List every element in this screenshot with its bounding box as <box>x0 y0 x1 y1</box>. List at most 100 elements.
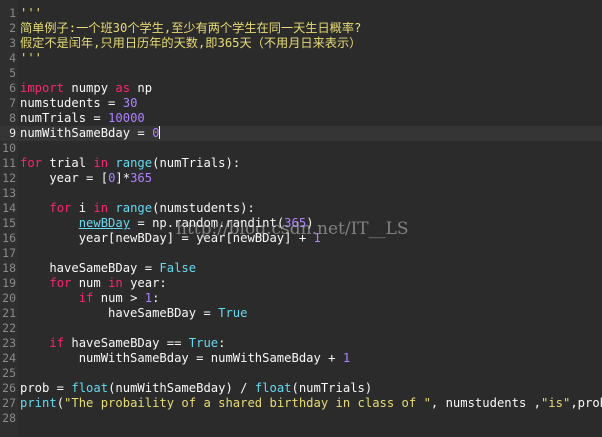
code-token: for <box>49 276 72 290</box>
line-code[interactable]: 假定不是闰年,只用日历年的天数,即365天（不用月日来表示） <box>20 36 361 51</box>
line-number: 4 <box>9 51 16 65</box>
line-code[interactable]: haveSameBDay = False <box>20 261 196 276</box>
line-code[interactable]: for num in year: <box>20 276 167 291</box>
code-line[interactable]: 10 <box>0 141 602 156</box>
code-line[interactable]: 20 if num > 1: <box>0 291 602 306</box>
code-line[interactable]: 13 <box>0 186 602 201</box>
line-number: 26 <box>2 381 16 395</box>
line-number: 28 <box>2 411 16 425</box>
code-line[interactable]: 17 <box>0 246 602 261</box>
line-code[interactable]: numWithSameBday = 0 <box>20 126 161 141</box>
code-token: i <box>71 201 94 215</box>
line-code[interactable]: prob = float(numWithSameBday) / float(nu… <box>20 381 372 396</box>
code-token: range <box>115 156 153 170</box>
code-line[interactable]: 3 假定不是闰年,只用日历年的天数,即365天（不用月日来表示） <box>0 36 602 51</box>
line-code[interactable]: for trial in range(numTrials): <box>20 156 240 171</box>
line-number: 17 <box>2 246 16 260</box>
code-token: haveSameBDay = <box>20 306 219 320</box>
code-token: 0 <box>152 126 160 140</box>
line-number: 16 <box>2 231 16 245</box>
code-line[interactable]: 9 numWithSameBday = 0 <box>0 126 602 141</box>
code-token: 10000 <box>108 111 145 125</box>
code-token: : <box>218 336 226 350</box>
code-line[interactable]: 8 numTrials = 10000 <box>0 111 602 126</box>
code-token: numpy <box>64 81 116 95</box>
line-code[interactable]: print("The probaility of a shared birthd… <box>20 396 602 411</box>
identifier-link[interactable]: newBDay <box>79 216 130 230</box>
code-line[interactable]: 12 year = [0]*365 <box>0 171 602 186</box>
line-code[interactable]: year[newBDay] = year[newBDay] + 1 <box>20 231 321 246</box>
code-line[interactable]: 24 numWithSameBday = numWithSameBday + 1 <box>0 351 602 366</box>
line-number: 25 <box>2 366 16 380</box>
line-code[interactable]: haveSameBDay = True <box>20 306 247 321</box>
code-token: np <box>130 81 153 95</box>
line-code[interactable]: 简单例子:一个班30个学生,至少有两个学生在同一天生日概率? <box>20 21 361 36</box>
code-editor[interactable]: 1 ''' 2 简单例子:一个班30个学生,至少有两个学生在同一天生日概率? 3 假定不是… <box>0 0 602 437</box>
line-code[interactable]: if haveSameBDay == True: <box>20 336 226 351</box>
code-token: 1 <box>342 351 351 365</box>
code-token: if <box>49 336 65 350</box>
line-number: 7 <box>9 96 16 110</box>
code-token: for <box>49 201 72 215</box>
line-code[interactable]: numTrials = 10000 <box>20 111 145 126</box>
code-token: year = [ <box>20 171 109 185</box>
code-token: 假定不是闰年,只用日历年的天数,即365天（不用月日来表示） <box>20 36 362 50</box>
line-number: 12 <box>2 171 16 185</box>
code-line[interactable]: 21 haveSameBDay = True <box>0 306 602 321</box>
code-line[interactable]: 26 prob = float(numWithSameBday) / float(… <box>0 381 602 396</box>
code-line[interactable]: 18 haveSameBDay = False <box>0 261 602 276</box>
code-line[interactable]: 4 ''' <box>0 51 602 66</box>
code-token: "The probaility of a shared birthday in … <box>64 396 431 410</box>
code-token: 1 <box>313 231 321 245</box>
code-token: 365 <box>130 171 153 185</box>
line-number: 20 <box>2 291 16 305</box>
code-line[interactable]: 11 for trial in range(numTrials): <box>0 156 602 171</box>
code-token: 简单例子:一个班30个学生,至少有两个学生在同一天生日概率? <box>20 21 362 35</box>
code-line[interactable]: 1 ''' <box>0 6 602 21</box>
code-token: 365 <box>284 216 307 230</box>
code-token: numWithSameBday = numWithSameBday + <box>20 351 343 365</box>
code-token: : <box>152 291 160 305</box>
line-code[interactable]: if num > 1: <box>20 291 160 306</box>
code-token: False <box>159 261 197 275</box>
line-number: 3 <box>9 36 16 50</box>
line-number: 21 <box>2 306 16 320</box>
line-code[interactable]: for i in range(numstudents): <box>20 201 254 216</box>
line-code[interactable]: year = [0]*365 <box>20 171 152 186</box>
line-code[interactable]: newBDay = np.random.randint(365) <box>20 216 314 231</box>
code-token: float <box>254 381 292 395</box>
line-code[interactable]: ''' <box>20 6 42 21</box>
code-line[interactable]: 5 <box>0 66 602 81</box>
code-token: year[newBDay] = year[newBDay] + <box>20 231 314 245</box>
code-token: as <box>115 81 131 95</box>
code-line[interactable]: 23 if haveSameBDay == True: <box>0 336 602 351</box>
code-line[interactable]: 16 year[newBDay] = year[newBDay] + 1 <box>0 231 602 246</box>
line-number: 22 <box>2 321 16 335</box>
code-token: year: <box>122 276 167 290</box>
code-line[interactable]: 25 <box>0 366 602 381</box>
line-code[interactable]: numWithSameBday = numWithSameBday + 1 <box>20 351 351 366</box>
code-token: import <box>20 81 65 95</box>
code-token: True <box>218 306 248 320</box>
line-number: 6 <box>9 81 16 95</box>
line-number: 9 <box>9 126 16 140</box>
code-token: numstudents = <box>20 96 123 110</box>
line-code[interactable]: numstudents = 30 <box>20 96 137 111</box>
code-line[interactable]: 7 numstudents = 30 <box>0 96 602 111</box>
code-token: ]* <box>115 171 131 185</box>
code-line[interactable]: 2 简单例子:一个班30个学生,至少有两个学生在同一天生日概率? <box>0 21 602 36</box>
code-token: True <box>188 336 219 350</box>
code-line[interactable]: 19 for num in year: <box>0 276 602 291</box>
code-line[interactable]: 28 <box>0 411 602 426</box>
code-line[interactable]: 27 print("The probaility of a shared birt… <box>0 396 602 411</box>
code-line[interactable]: 6 import numpy as np <box>0 81 602 96</box>
code-line[interactable]: 14 for i in range(numstudents): <box>0 201 602 216</box>
code-line[interactable]: 22 <box>0 321 602 336</box>
line-code[interactable]: import numpy as np <box>20 81 152 96</box>
code-token: ( <box>56 396 65 410</box>
code-token: in <box>108 276 123 290</box>
line-code[interactable]: ''' <box>20 51 42 66</box>
code-line[interactable]: 15 newBDay = np.random.randint(365) <box>0 216 602 231</box>
